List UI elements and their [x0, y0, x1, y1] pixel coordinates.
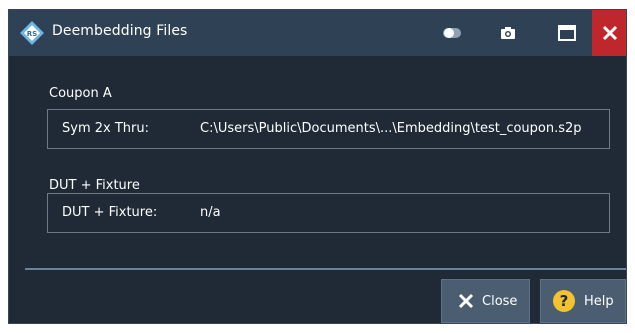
maximize-icon[interactable] [554, 10, 580, 56]
close-button[interactable]: Close [441, 279, 530, 323]
svg-text:RS: RS [27, 30, 37, 38]
dut-file-row[interactable]: DUT + Fixture: n/a [47, 193, 610, 233]
divider [25, 268, 626, 270]
help-button-label: Help [584, 293, 614, 309]
dut-fixture-label: DUT + Fixture: [62, 205, 158, 220]
dut-group-label: DUT + Fixture [49, 178, 140, 193]
title-bar[interactable]: RS Deembedding Files [9, 10, 626, 56]
help-question-icon: ? [552, 289, 576, 313]
window-title: Deembedding Files [52, 23, 188, 39]
deembedding-files-dialog: RS Deembedding Files Coupon A Sym 2x Thr… [8, 9, 627, 324]
app-logo-icon: RS [19, 20, 45, 46]
help-button[interactable]: ? Help [540, 279, 626, 323]
svg-text:?: ? [560, 292, 569, 310]
sym-2x-thru-path[interactable]: C:\Users\Public\Documents\...\Embedding\… [200, 121, 582, 136]
close-icon[interactable] [592, 10, 626, 56]
close-x-icon [458, 293, 474, 309]
coupon-file-row[interactable]: Sym 2x Thru: C:\Users\Public\Documents\.… [47, 109, 610, 149]
toggle-icon[interactable] [439, 10, 465, 56]
coupon-group-label: Coupon A [49, 86, 112, 101]
dut-fixture-value[interactable]: n/a [200, 205, 221, 220]
sym-2x-thru-label: Sym 2x Thru: [62, 121, 149, 136]
camera-icon[interactable] [495, 10, 521, 56]
close-button-label: Close [482, 293, 518, 309]
